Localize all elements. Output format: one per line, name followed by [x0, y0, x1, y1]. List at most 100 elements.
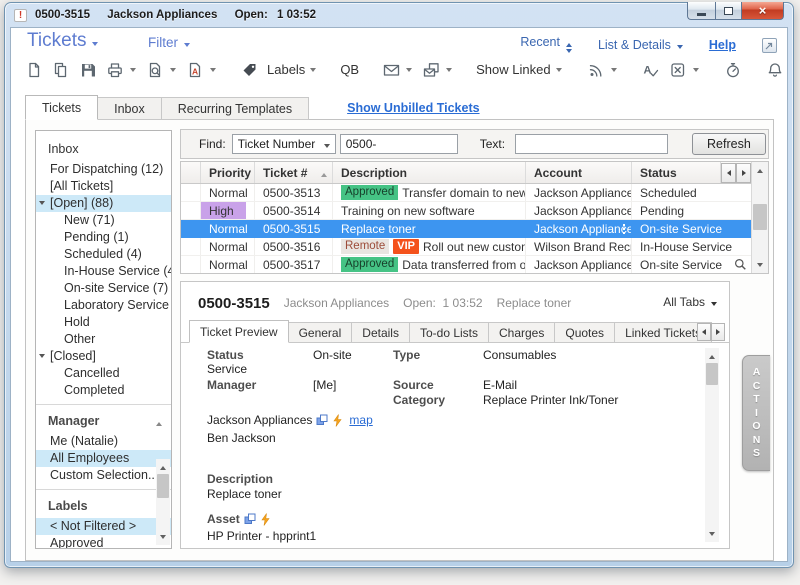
scroll-down-icon[interactable]: [752, 259, 768, 273]
actions-tab[interactable]: ACTIONS: [742, 355, 770, 471]
email-dropdown-icon[interactable]: [406, 68, 412, 75]
preview-tab-general[interactable]: General: [289, 322, 353, 343]
print-dropdown-icon[interactable]: [130, 68, 136, 75]
sidebar-item-pending-1[interactable]: Pending (1): [36, 229, 171, 246]
column-status[interactable]: Status: [632, 162, 721, 183]
column-description[interactable]: Description: [333, 162, 526, 183]
preview-tab-charges[interactable]: Charges: [489, 322, 555, 343]
sidebar-item-hold[interactable]: Hold: [36, 314, 171, 331]
export-pdf-icon[interactable]: A: [185, 60, 205, 80]
map-link[interactable]: map: [349, 413, 372, 427]
ticket-row-0500-3517[interactable]: Normal0500-3517ApprovedData transferred …: [181, 256, 753, 274]
preview-tab-quotes[interactable]: Quotes: [555, 322, 615, 343]
preview-tab-to-do-lists[interactable]: To-do Lists: [410, 322, 489, 343]
sidebar-item-custom-selection[interactable]: Custom Selection...: [36, 467, 171, 484]
sidebar-item-completed[interactable]: Completed: [36, 382, 171, 399]
scrollbar-thumb[interactable]: [753, 204, 767, 230]
scroll-columns-left-button[interactable]: [721, 163, 736, 183]
scroll-up-icon[interactable]: [705, 348, 719, 362]
filter-menu[interactable]: Filter: [148, 35, 190, 50]
all-tabs-menu[interactable]: All Tabs: [663, 295, 717, 309]
quick-action-icon[interactable]: [260, 513, 270, 526]
scroll-up-icon[interactable]: [156, 459, 170, 473]
sidebar-item-on-site-service-7[interactable]: On-site Service (7): [36, 280, 171, 297]
expand-arrow-icon[interactable]: [39, 354, 45, 361]
print-icon[interactable]: [105, 60, 125, 80]
tab-recurring-templates[interactable]: Recurring Templates: [162, 97, 309, 120]
scrollbar-thumb[interactable]: [706, 363, 718, 385]
scroll-down-icon[interactable]: [705, 528, 719, 542]
preview-scrollbar[interactable]: [705, 348, 719, 542]
account-link[interactable]: Jackson Appliances: [207, 413, 312, 427]
column-ticket[interactable]: Ticket #: [255, 162, 333, 183]
new-document-icon[interactable]: [24, 60, 44, 80]
ticket-row-0500-3513[interactable]: Normal0500-3513ApprovedTransfer domain t…: [181, 184, 753, 202]
scroll-columns-right-button[interactable]: [736, 163, 751, 183]
alerts-bell-icon[interactable]: [765, 60, 785, 80]
print-preview-icon[interactable]: [145, 60, 165, 80]
help-link[interactable]: Help: [709, 38, 736, 52]
labels-tag-icon[interactable]: [240, 60, 260, 80]
scroll-up-icon[interactable]: [752, 162, 768, 176]
sidebar-item-other[interactable]: Other: [36, 331, 171, 348]
sidebar-item-open-88[interactable]: [Open] (88): [36, 195, 171, 212]
sidebar-item-scheduled-4[interactable]: Scheduled (4): [36, 246, 171, 263]
sidebar-item-me-natalie[interactable]: Me (Natalie): [36, 433, 171, 450]
save-icon[interactable]: [78, 60, 98, 80]
sidebar-item-for-dispatching-12[interactable]: For Dispatching (12): [36, 161, 171, 178]
expand-arrow-icon[interactable]: [39, 201, 45, 208]
rss-dropdown-icon[interactable]: [611, 68, 617, 75]
column-priority[interactable]: Priority: [201, 162, 255, 183]
column-account[interactable]: Account: [526, 162, 632, 183]
preview-dropdown-icon[interactable]: [170, 68, 176, 75]
sidebar-item-not-filtered[interactable]: < Not Filtered >: [36, 518, 171, 535]
rss-feed-icon[interactable]: [586, 60, 606, 80]
email-icon[interactable]: [381, 60, 401, 80]
show-linked-button[interactable]: Show Linked: [476, 62, 550, 77]
scroll-tabs-right-button[interactable]: [711, 323, 725, 341]
labels-dropdown-icon[interactable]: [310, 68, 316, 75]
open-record-icon[interactable]: [316, 414, 328, 426]
spell-check-icon[interactable]: A: [641, 60, 661, 80]
show-linked-dropdown-icon[interactable]: [556, 68, 562, 75]
show-unbilled-tickets-link[interactable]: Show Unbilled Tickets: [347, 97, 479, 119]
tab-tickets[interactable]: Tickets: [25, 95, 98, 120]
sidebar-item-laboratory-service-1[interactable]: Laboratory Service (1): [36, 297, 171, 314]
scroll-tabs-left-button[interactable]: [697, 323, 711, 341]
recent-menu[interactable]: Recent: [520, 35, 572, 55]
ticket-row-0500-3516[interactable]: Normal0500-3516RemoteVIPRoll out new cus…: [181, 238, 753, 256]
tab-inbox[interactable]: Inbox: [98, 97, 162, 120]
scrollbar-thumb[interactable]: [157, 474, 169, 498]
sidebar-item-all-employees[interactable]: All Employees: [36, 450, 171, 467]
sidebar-item-approved[interactable]: Approved: [36, 535, 171, 549]
excel-dropdown-icon[interactable]: [693, 68, 699, 75]
collapse-icon[interactable]: [156, 419, 162, 426]
quickbooks-button[interactable]: QB: [340, 62, 359, 77]
search-by-select[interactable]: Ticket Number: [232, 134, 336, 154]
detach-window-icon[interactable]: [762, 38, 777, 53]
preview-tab-ticket-preview[interactable]: Ticket Preview: [189, 320, 289, 343]
close-button[interactable]: ×: [742, 2, 784, 20]
tickets-menu[interactable]: Tickets: [27, 30, 98, 52]
refresh-button[interactable]: Refresh: [692, 133, 766, 155]
minimize-button[interactable]: [687, 2, 715, 20]
preview-tab-details[interactable]: Details: [352, 322, 410, 343]
table-scrollbar[interactable]: [751, 162, 768, 273]
quick-action-icon[interactable]: [332, 414, 342, 427]
sidebar-item-closed[interactable]: [Closed]: [36, 348, 171, 365]
sidebar-scrollbar[interactable]: [156, 459, 170, 545]
sidebar-item-new-71[interactable]: New (71): [36, 212, 171, 229]
open-record-icon[interactable]: [244, 513, 256, 525]
magnifier-icon[interactable]: [734, 258, 747, 273]
copy-icon[interactable]: [51, 60, 71, 80]
list-details-menu[interactable]: List & Details: [598, 38, 683, 52]
sidebar-item-in-house-service-4[interactable]: In-House Service (4): [36, 263, 171, 280]
text-search-input[interactable]: [515, 134, 668, 154]
ticket-row-0500-3514[interactable]: High0500-3514Training on new softwareJac…: [181, 202, 753, 220]
row-grip-icon[interactable]: [623, 224, 625, 226]
labels-button[interactable]: Labels: [267, 62, 305, 77]
sidebar-item-all-tickets[interactable]: [All Tickets]: [36, 178, 171, 195]
email-import-dropdown-icon[interactable]: [446, 68, 452, 75]
ticket-number-input[interactable]: [340, 134, 458, 154]
excel-export-icon[interactable]: [668, 60, 688, 80]
